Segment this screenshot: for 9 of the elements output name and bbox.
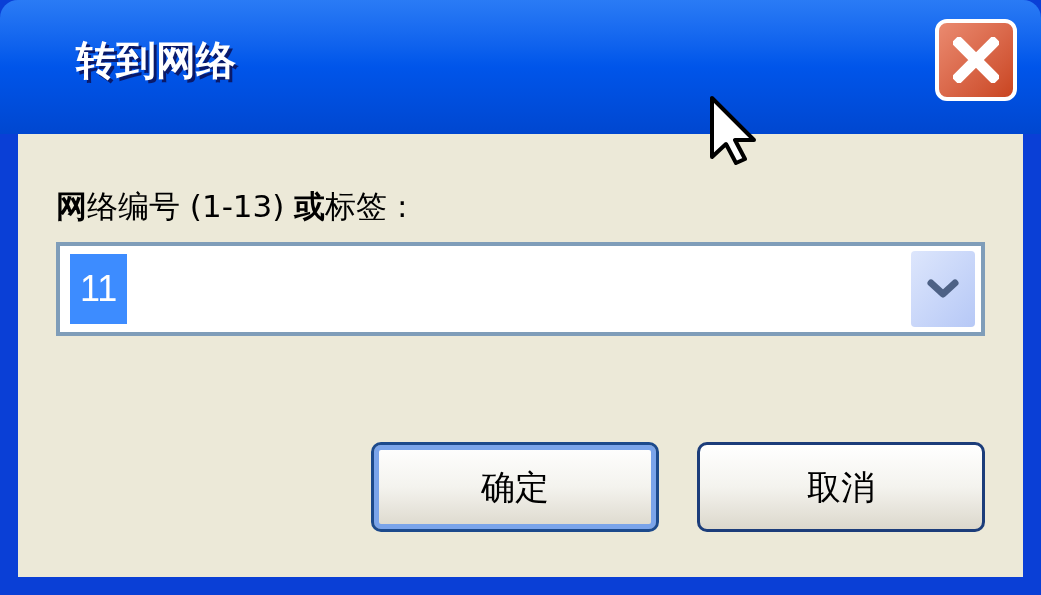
combo-value: 11 <box>70 254 128 324</box>
window-title: 转到网络 <box>76 36 236 85</box>
field-label: 网络编号 (1-13) 或标签 : <box>56 187 409 226</box>
chevron-down-icon <box>926 278 960 300</box>
close-icon <box>953 37 999 83</box>
close-button[interactable] <box>935 19 1017 101</box>
dropdown-button[interactable] <box>911 251 975 327</box>
dialog-button[interactable]: 确定 <box>371 442 659 532</box>
dialog-button[interactable]: 取消 <box>697 442 985 532</box>
